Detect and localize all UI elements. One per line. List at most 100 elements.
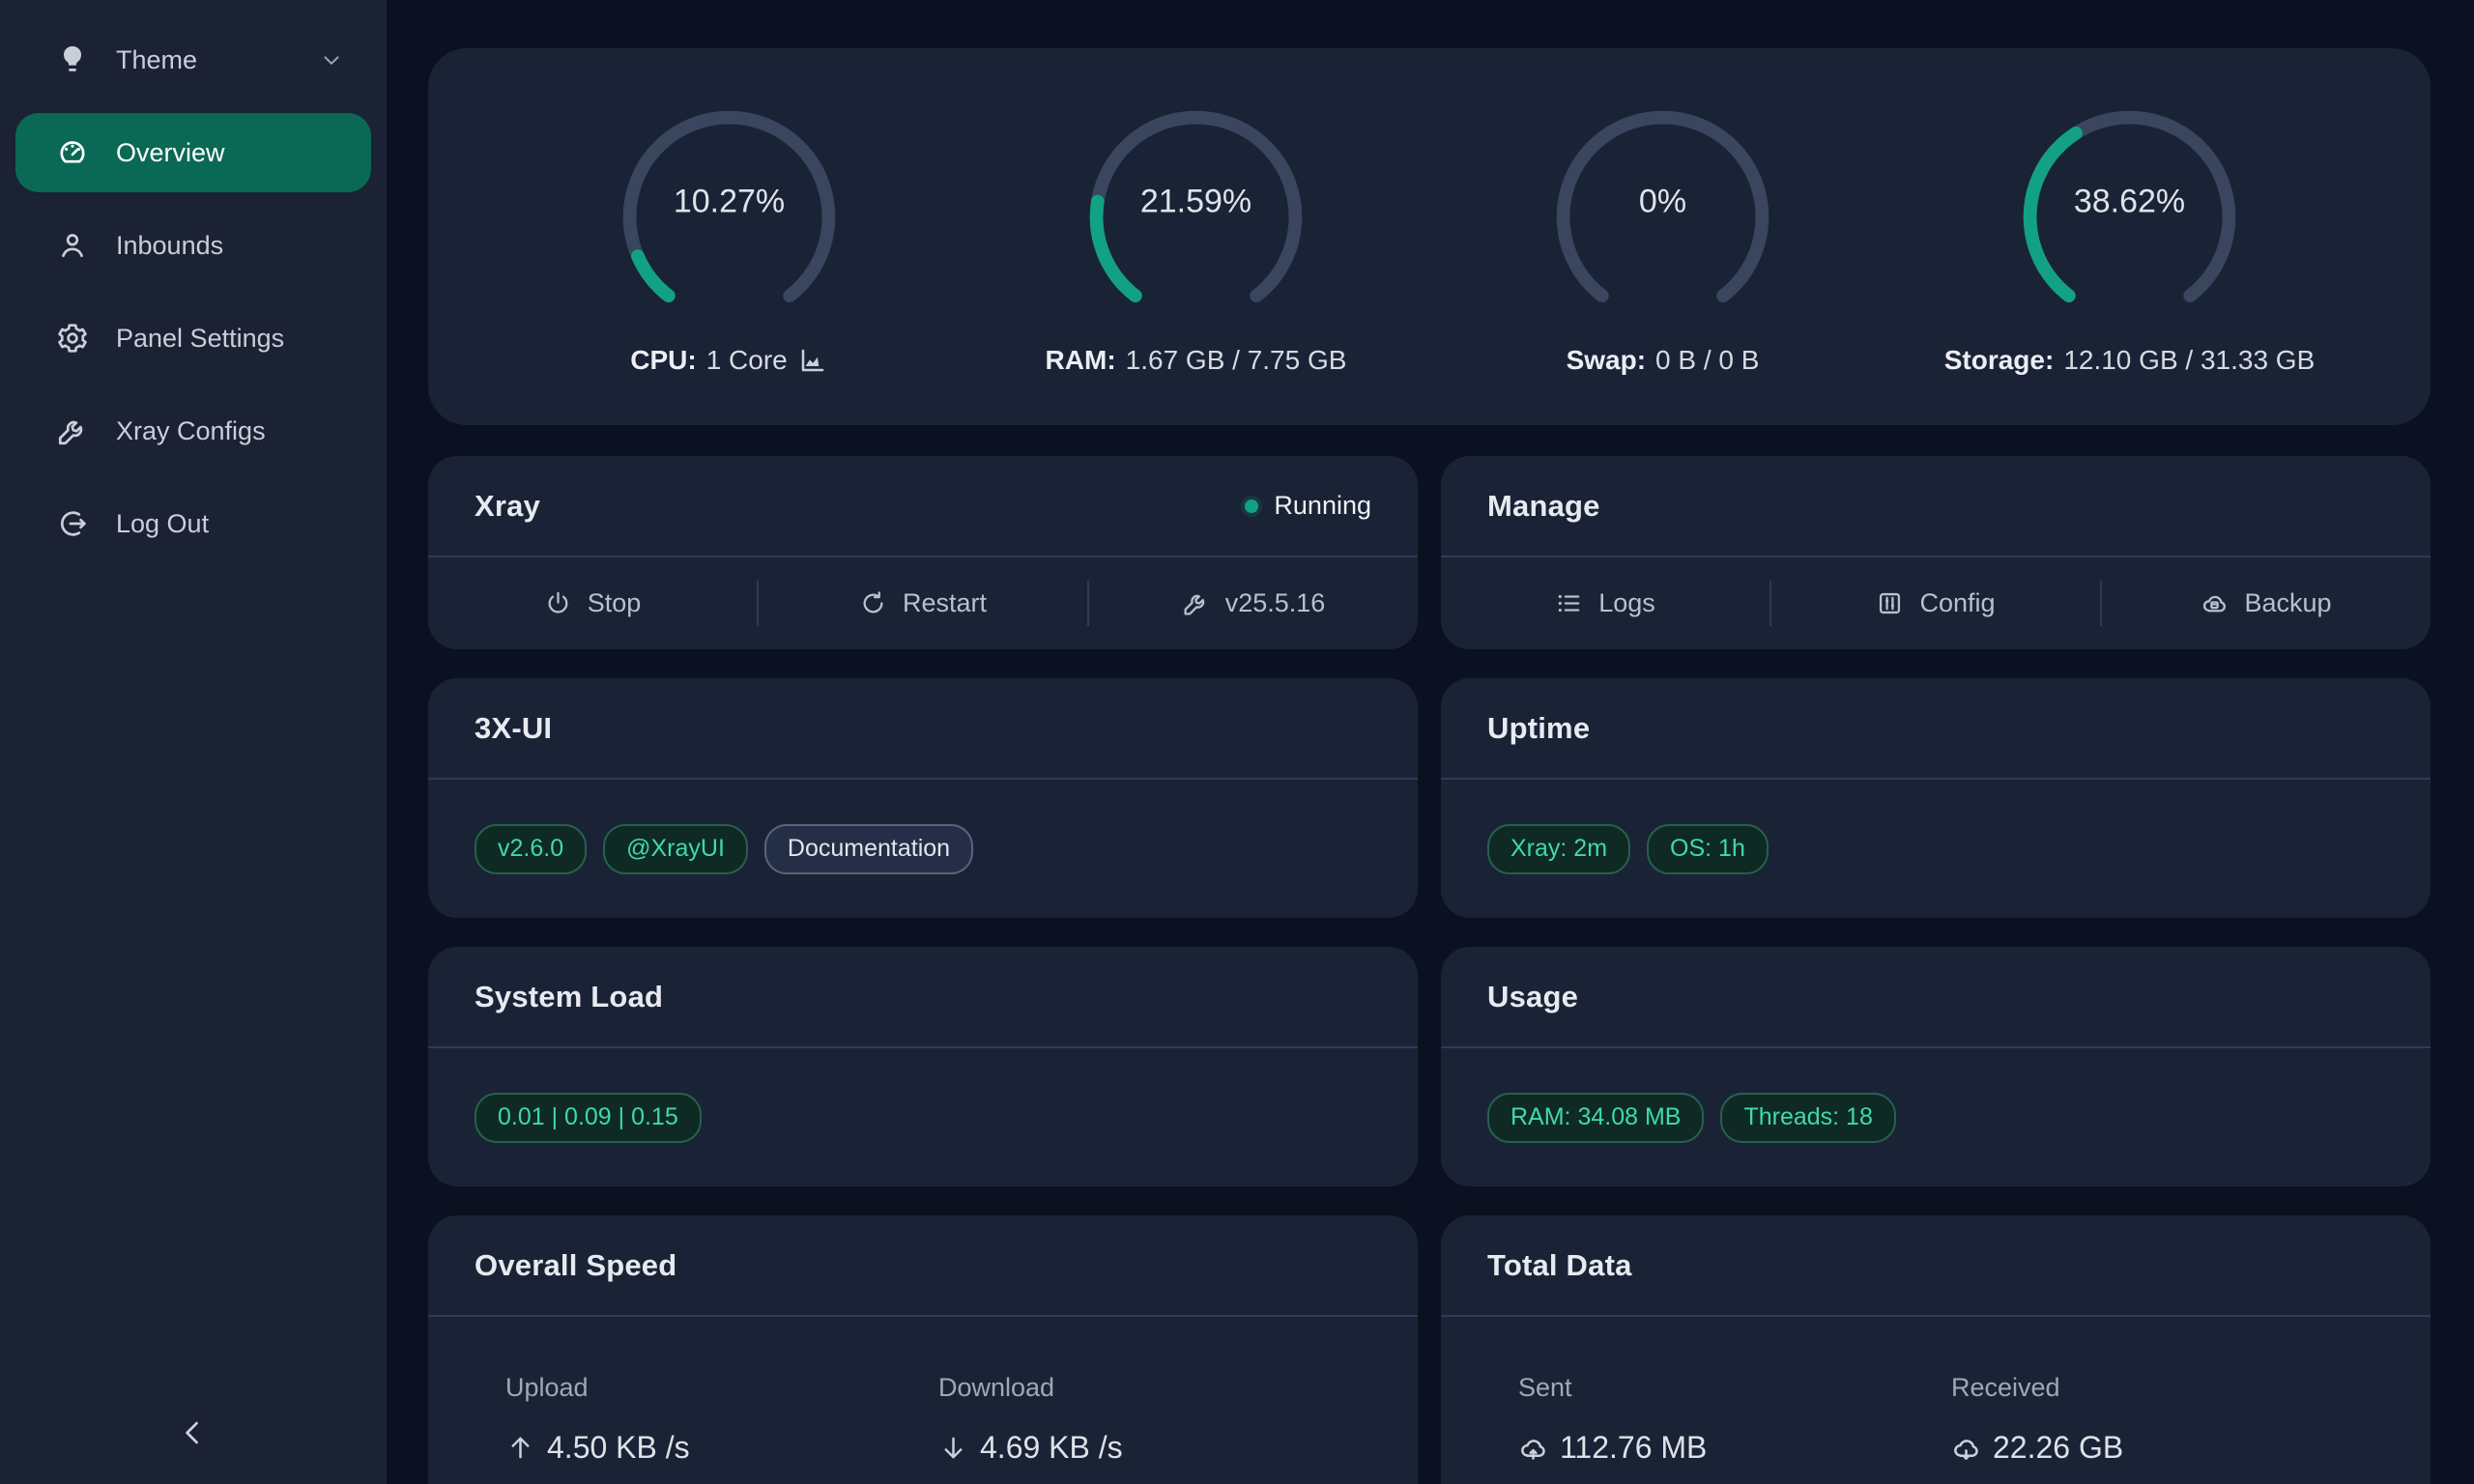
- sidebar-item-label: Xray Configs: [116, 416, 266, 446]
- main-content: 10.27%CPU:1 Core 21.59%RAM:1.67 GB / 7.75…: [387, 0, 2474, 1484]
- action-label: Stop: [588, 588, 642, 618]
- sidebar-item-label: Log Out: [116, 509, 209, 539]
- action-label: Logs: [1598, 588, 1655, 618]
- sidebar-item-xray-configs[interactable]: Xray Configs: [15, 391, 371, 471]
- stop-button[interactable]: Stop: [428, 557, 757, 649]
- stat-value-text: 112.76 MB: [1560, 1430, 1707, 1466]
- xray-card-title: Xray: [475, 489, 540, 524]
- sidebar-item-label: Overview: [116, 138, 225, 168]
- cloud-backup-icon: [2201, 589, 2229, 617]
- power-icon: [544, 589, 572, 617]
- cpu-gauge-label: CPU:1 Core: [630, 345, 828, 376]
- system-load-card-title: System Load: [475, 980, 663, 1014]
- uptime-tags: Xray: 2mOS: 1h: [1441, 780, 2431, 918]
- gauge-cpu: 10.27%CPU:1 Core: [585, 99, 875, 376]
- total-data-card-header: Total Data: [1441, 1215, 2431, 1317]
- overall-speed-card-title: Overall Speed: [475, 1248, 676, 1283]
- list-icon: [1555, 589, 1583, 617]
- tag-threads-18: Threads: 18: [1720, 1093, 1895, 1143]
- gear-icon: [56, 322, 89, 355]
- tag-xrayui[interactable]: @XrayUI: [603, 824, 748, 874]
- gauge-storage: 38.62%Storage:12.10 GB / 31.33 GB: [1985, 99, 2275, 376]
- sidebar-item-label: Inbounds: [116, 231, 223, 261]
- ram-percent: 21.59%: [1078, 184, 1314, 221]
- chevron-down-icon: [319, 47, 344, 72]
- sliders-icon: [1876, 589, 1904, 617]
- manage-card-header: Manage: [1441, 456, 2431, 557]
- storage-percent: 38.62%: [2011, 184, 2248, 221]
- logs-button[interactable]: Logs: [1441, 557, 1769, 649]
- total-data-stats: Sent 112.76 MB Received 22.26 GB: [1441, 1317, 2431, 1466]
- manage-actions: Logs Config Backup: [1441, 557, 2431, 649]
- lightbulb-icon: [56, 43, 89, 76]
- action-label: v25.5.16: [1225, 588, 1326, 618]
- sidebar-nav: Theme Overview Inbounds Panel Settings Xray …: [0, 20, 387, 563]
- usage-card: Usage RAM: 34.08 MB Threads: 18: [1441, 947, 2431, 1186]
- action-label: Restart: [903, 588, 987, 618]
- swap-gauge-label: Swap:0 B / 0 B: [1567, 345, 1760, 376]
- action-label: Backup: [2244, 588, 2331, 618]
- tag-xray-2m: Xray: 2m: [1487, 824, 1630, 874]
- restart-button[interactable]: Restart: [759, 557, 1087, 649]
- sidebar-item-overview[interactable]: Overview: [15, 113, 371, 192]
- sidebar-item-inbounds[interactable]: Inbounds: [15, 206, 371, 285]
- cloud-download-icon: [1951, 1433, 1981, 1463]
- tag-0-01-0-09-0-15: 0.01 | 0.09 | 0.15: [475, 1093, 702, 1143]
- sidebar-item-log-out[interactable]: Log Out: [15, 484, 371, 563]
- uptime-card: Uptime Xray: 2mOS: 1h: [1441, 678, 2431, 918]
- sidebar-item-label: Theme: [116, 45, 197, 75]
- stat-label: Received: [1951, 1373, 2384, 1403]
- restart-icon: [859, 589, 887, 617]
- threexui-tags: v2.6.0 @XrayUI Documentation: [428, 780, 1418, 918]
- usage-card-header: Usage: [1441, 947, 2431, 1048]
- cloud-upload-icon: [1518, 1433, 1548, 1463]
- system-load-card-header: System Load: [428, 947, 1418, 1048]
- total-data-card-title: Total Data: [1487, 1248, 1632, 1283]
- stat-value: 22.26 GB: [1951, 1430, 2384, 1466]
- overall-speed-stats: Upload4.50 KB /sDownload4.69 KB /s: [428, 1317, 1418, 1466]
- stat-value: 4.50 KB /s: [505, 1430, 938, 1466]
- swap-gauge-ring: 0%: [1544, 99, 1781, 335]
- status-dot-icon: [1245, 499, 1258, 513]
- system-load-card: System Load 0.01 | 0.09 | 0.15: [428, 947, 1418, 1186]
- backup-button[interactable]: Backup: [2102, 557, 2431, 649]
- status-label: Running: [1274, 491, 1371, 521]
- system-gauges-card: 10.27%CPU:1 Core 21.59%RAM:1.67 GB / 7.75…: [428, 48, 2431, 425]
- xray-card-header: Xray Running: [428, 456, 1418, 557]
- stat-label: Upload: [505, 1373, 938, 1403]
- uptime-card-header: Uptime: [1441, 678, 2431, 780]
- user-icon: [56, 229, 89, 262]
- logout-icon: [56, 507, 89, 540]
- sidebar-item-label: Panel Settings: [116, 324, 284, 354]
- overall-speed-card: Overall Speed Upload 4.50 KB /sDownload4.…: [428, 1215, 1418, 1484]
- wrench-icon: [1182, 589, 1210, 617]
- sidebar-collapse-button[interactable]: [164, 1405, 222, 1463]
- tag-v2-6-0[interactable]: v2.6.0: [475, 824, 587, 874]
- sidebar-item-theme[interactable]: Theme: [15, 20, 371, 100]
- ram-gauge-ring: 21.59%: [1078, 99, 1314, 335]
- sidebar-item-panel-settings[interactable]: Panel Settings: [15, 299, 371, 378]
- wrench-icon: [56, 414, 89, 447]
- storage-gauge-label: Storage:12.10 GB / 31.33 GB: [1944, 345, 2316, 376]
- system-load-tags: 0.01 | 0.09 | 0.15: [428, 1048, 1418, 1186]
- xray-status-badge: Running: [1245, 491, 1371, 521]
- action-label: Config: [1919, 588, 1995, 618]
- uptime-card-title: Uptime: [1487, 711, 1590, 746]
- tag-documentation[interactable]: Documentation: [764, 824, 973, 874]
- stat-label: Download: [938, 1373, 1371, 1403]
- sent-stat: Sent 112.76 MB: [1518, 1373, 1951, 1466]
- stat-label: Sent: [1518, 1373, 1951, 1403]
- area-chart-icon[interactable]: [797, 345, 828, 376]
- upload-stat: Upload 4.50 KB /s: [505, 1373, 938, 1466]
- tag-ram-34-08-mb: RAM: 34.08 MB: [1487, 1093, 1704, 1143]
- usage-tags: RAM: 34.08 MB Threads: 18: [1441, 1048, 2431, 1186]
- threexui-card: 3X-UI v2.6.0 @XrayUI Documentation: [428, 678, 1418, 918]
- gauge-ram: 21.59%RAM:1.67 GB / 7.75 GB: [1051, 99, 1341, 376]
- gauge-icon: [56, 136, 89, 169]
- config-button[interactable]: Config: [1771, 557, 2100, 649]
- gauge-swap: 0% Swap:0 B / 0 B: [1518, 99, 1808, 376]
- stat-value-text: 22.26 GB: [1993, 1430, 2123, 1466]
- threexui-card-title: 3X-UI: [475, 711, 552, 746]
- sidebar: Theme Overview Inbounds Panel Settings Xray …: [0, 0, 387, 1484]
- v25-5-16-button[interactable]: v25.5.16: [1089, 557, 1418, 649]
